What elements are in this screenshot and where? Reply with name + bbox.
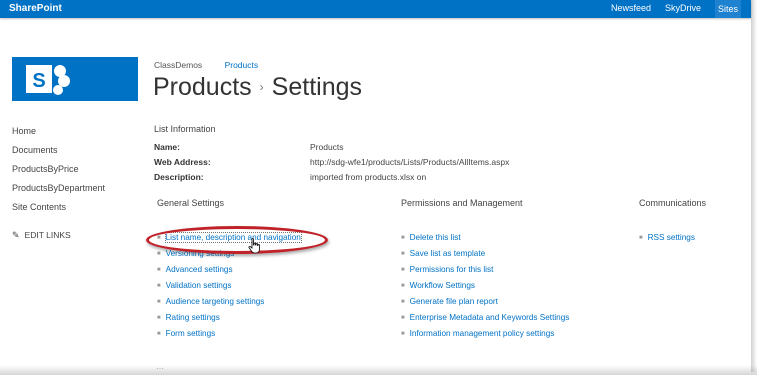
newsfeed-link[interactable]: Newsfeed (611, 3, 651, 15)
bullet-icon: ■ (157, 267, 161, 273)
breadcrumb: ClassDemos Products (154, 60, 258, 70)
web-address-label: Web Address: (154, 157, 211, 167)
rating-settings-link[interactable]: ■ Rating settings (157, 313, 301, 329)
hand-cursor-icon (248, 238, 260, 254)
save-list-as-template-link[interactable]: ■ Save list as template (401, 249, 569, 265)
frame-shadow (751, 0, 757, 372)
bullet-icon: ■ (157, 283, 161, 289)
description-label: Description: (154, 172, 204, 182)
bullet-icon: ■ (157, 315, 161, 321)
enterprise-metadata-keywords-link[interactable]: ■ Enterprise Metadata and Keywords Settin… (401, 313, 569, 329)
rss-settings-link[interactable]: ■ RSS settings (639, 233, 695, 249)
nav-item-home[interactable]: Home (12, 126, 105, 145)
edit-links-label: EDIT LINKS (24, 230, 71, 240)
skydrive-link[interactable]: SkyDrive (665, 3, 701, 15)
bullet-icon: ■ (401, 235, 405, 241)
bullet-icon: ■ (401, 315, 405, 321)
bullet-icon: ■ (157, 251, 161, 257)
suite-bar: SharePoint Newsfeed SkyDrive Sites (0, 0, 751, 18)
generate-file-plan-report-link[interactable]: ■ Generate file plan report (401, 297, 569, 313)
bullet-icon: ■ (401, 331, 405, 337)
bullet-icon: ■ (401, 251, 405, 257)
title-list: Products (153, 73, 252, 101)
advanced-settings-link[interactable]: ■ Advanced settings (157, 265, 301, 281)
title-page: Settings (271, 73, 363, 101)
bullet-icon: ■ (157, 331, 161, 337)
nav-item-documents[interactable]: Documents (12, 145, 105, 164)
list-information-heading: List Information (154, 124, 216, 134)
sharepoint-brand[interactable]: SharePoint (9, 3, 62, 14)
breadcrumb-site[interactable]: ClassDemos (154, 60, 202, 70)
bullet-icon: ■ (639, 235, 643, 241)
web-address-value: http://sdg-wfe1/products/Lists/Products/… (310, 157, 510, 167)
permissions-list: ■ Delete this list ■ Save list as template… (401, 233, 569, 345)
frame-bottom-shadow (0, 365, 757, 375)
more-content-fade: … (156, 362, 164, 371)
sites-link[interactable]: Sites (714, 0, 741, 18)
validation-settings-link[interactable]: ■ Validation settings (157, 281, 301, 297)
pencil-icon: ✎ (12, 230, 20, 240)
page-title: Products › Settings (153, 73, 362, 102)
nav-item-productsbydepartment[interactable]: ProductsByDepartment (12, 183, 105, 202)
workflow-settings-link[interactable]: ■ Workflow Settings (401, 281, 569, 297)
site-logo[interactable]: S (12, 57, 138, 101)
information-management-policy-link[interactable]: ■ Information management policy settings (401, 329, 569, 345)
svg-text:S: S (32, 70, 45, 92)
breadcrumb-list[interactable]: Products (225, 60, 259, 70)
quick-launch: Home Documents ProductsByPrice ProductsB… (12, 126, 105, 221)
bullet-icon: ■ (401, 267, 405, 273)
bullet-icon: ■ (401, 283, 405, 289)
suite-links: Newsfeed SkyDrive Sites (611, 0, 741, 18)
edit-links-button[interactable]: ✎ EDIT LINKS (12, 230, 71, 241)
highlight-annotation (146, 226, 328, 254)
delete-list-link[interactable]: ■ Delete this list (401, 233, 569, 249)
communications-list: ■ RSS settings (639, 233, 695, 249)
audience-targeting-settings-link[interactable]: ■ Audience targeting settings (157, 297, 301, 313)
name-label: Name: (154, 142, 180, 152)
bullet-icon: ■ (401, 299, 405, 305)
sharepoint-logo-icon: S (26, 65, 70, 95)
nav-item-productsbyprice[interactable]: ProductsByPrice (12, 164, 105, 183)
communications-heading: Communications (639, 198, 707, 208)
bullet-icon: ■ (157, 299, 161, 305)
description-value: imported from products.xlsx on (310, 172, 427, 182)
nav-item-site-contents[interactable]: Site Contents (12, 202, 105, 221)
form-settings-link[interactable]: ■ Form settings (157, 329, 301, 345)
permissions-for-list-link[interactable]: ■ Permissions for this list (401, 265, 569, 281)
permissions-heading: Permissions and Management (401, 198, 523, 208)
title-separator-icon: › (259, 80, 264, 94)
name-value: Products (310, 142, 344, 152)
general-settings-heading: General Settings (157, 198, 225, 208)
